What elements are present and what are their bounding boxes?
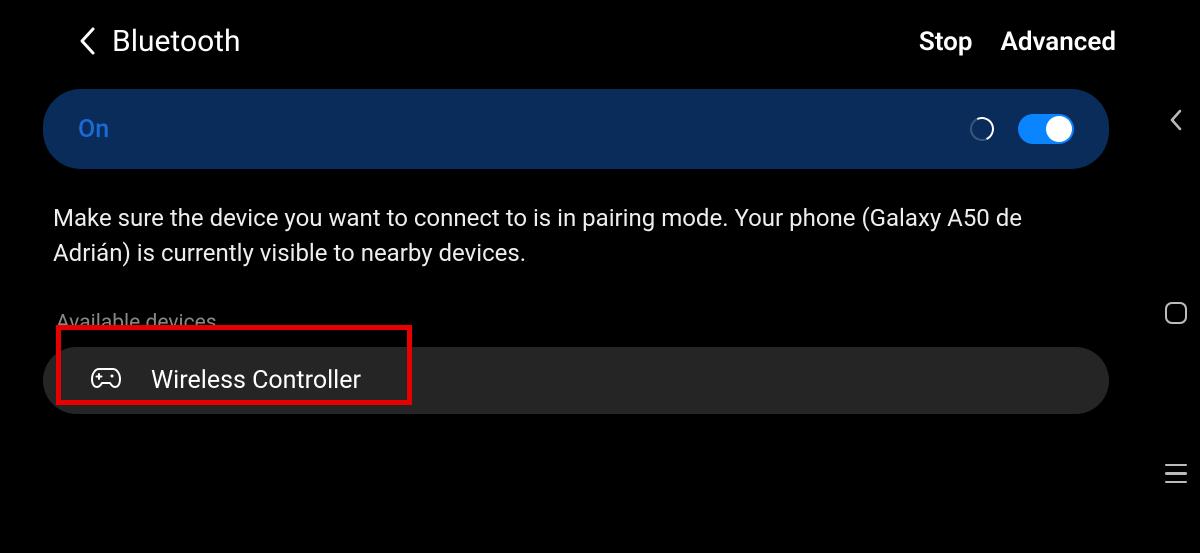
loading-spinner-icon: [967, 114, 998, 145]
device-name-label: Wireless Controller: [151, 366, 361, 395]
advanced-button[interactable]: Advanced: [1000, 27, 1116, 57]
stop-button[interactable]: Stop: [919, 27, 973, 57]
nav-menu-button[interactable]: [1165, 464, 1187, 484]
page-title: Bluetooth: [112, 24, 241, 59]
nav-back-button[interactable]: [1169, 108, 1183, 136]
available-devices-header: Available devices: [56, 311, 1152, 335]
toggle-state-label: On: [78, 115, 109, 144]
game-controller-icon: [91, 367, 121, 393]
bluetooth-toggle-card[interactable]: On: [43, 89, 1109, 169]
switch-knob: [1046, 116, 1072, 142]
pairing-info-text: Make sure the device you want to connect…: [53, 201, 1099, 271]
system-nav-bar: [1152, 0, 1200, 553]
back-button[interactable]: [78, 26, 96, 60]
nav-recents-button[interactable]: [1165, 302, 1187, 324]
device-row[interactable]: Wireless Controller: [43, 347, 1109, 414]
bluetooth-switch[interactable]: [1018, 114, 1074, 144]
app-header: Bluetooth Stop Advanced: [0, 0, 1152, 77]
